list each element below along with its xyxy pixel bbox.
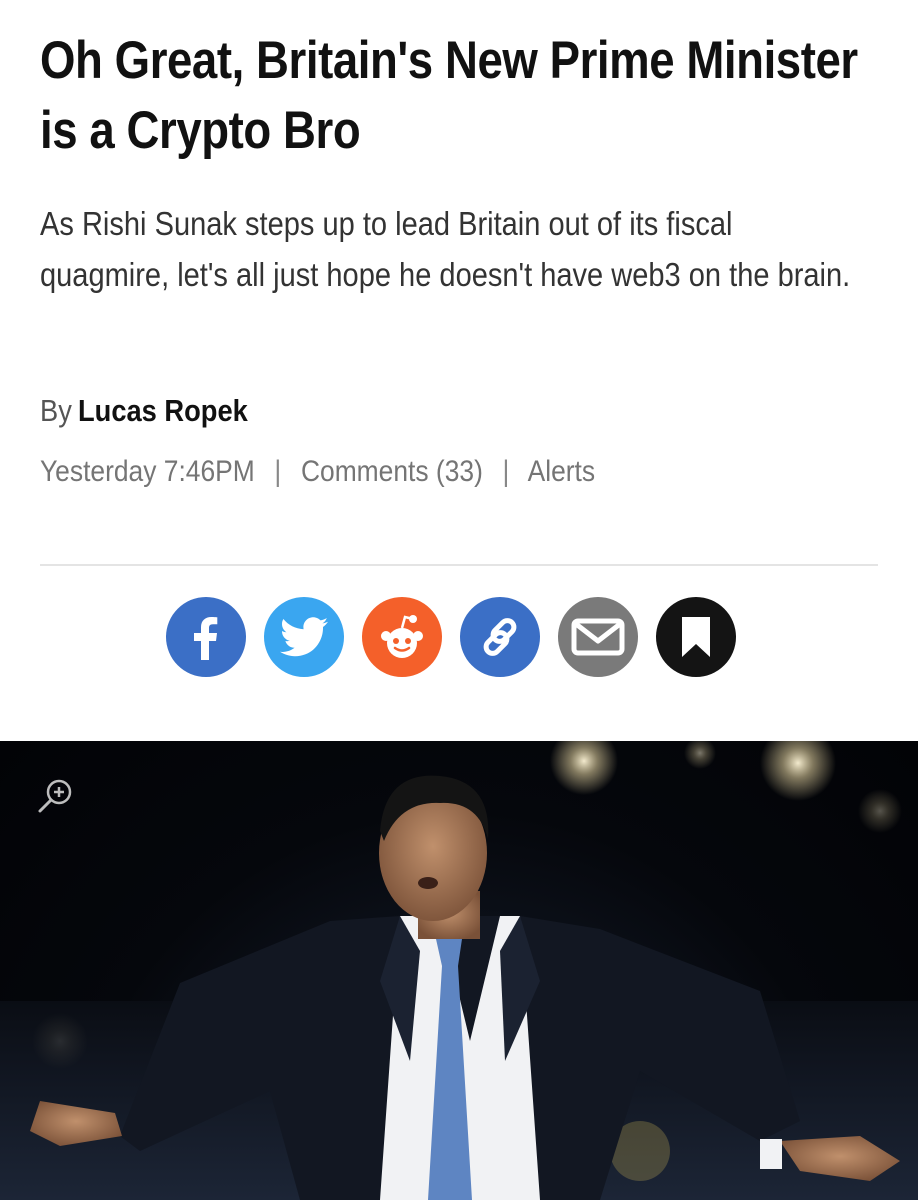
twitter-share-button[interactable] (264, 597, 344, 677)
hero-image[interactable] (0, 741, 918, 1200)
hero-photo (0, 741, 918, 1200)
link-icon (483, 618, 517, 656)
copy-link-button[interactable] (460, 597, 540, 677)
article-meta: Yesterday 7:46PM | Comments (33) | Alert… (40, 455, 595, 489)
mail-icon (571, 618, 625, 656)
byline-prefix: By (40, 393, 72, 428)
author-link[interactable]: Lucas Ropek (78, 393, 248, 428)
divider (40, 564, 878, 566)
timestamp: Yesterday 7:46PM (40, 455, 255, 488)
bookmark-icon (682, 617, 710, 657)
meta-separator: | (502, 455, 510, 488)
meta-separator: | (274, 455, 282, 488)
twitter-icon (280, 617, 328, 657)
facebook-icon (194, 617, 218, 660)
headline: Oh Great, Britain's New Prime Minister i… (40, 31, 858, 160)
save-article-button[interactable] (656, 597, 736, 677)
email-share-button[interactable] (558, 597, 638, 677)
facebook-share-button[interactable] (166, 597, 246, 677)
alerts-link[interactable]: Alerts (528, 455, 595, 488)
zoom-in-icon[interactable] (36, 776, 76, 816)
byline: By Lucas Ropek (40, 393, 248, 429)
reddit-icon (381, 615, 423, 658)
reddit-share-button[interactable] (362, 597, 442, 677)
comments-link[interactable]: Comments (33) (301, 455, 483, 488)
article-dek: As Rishi Sunak steps up to lead Britain … (40, 205, 851, 293)
